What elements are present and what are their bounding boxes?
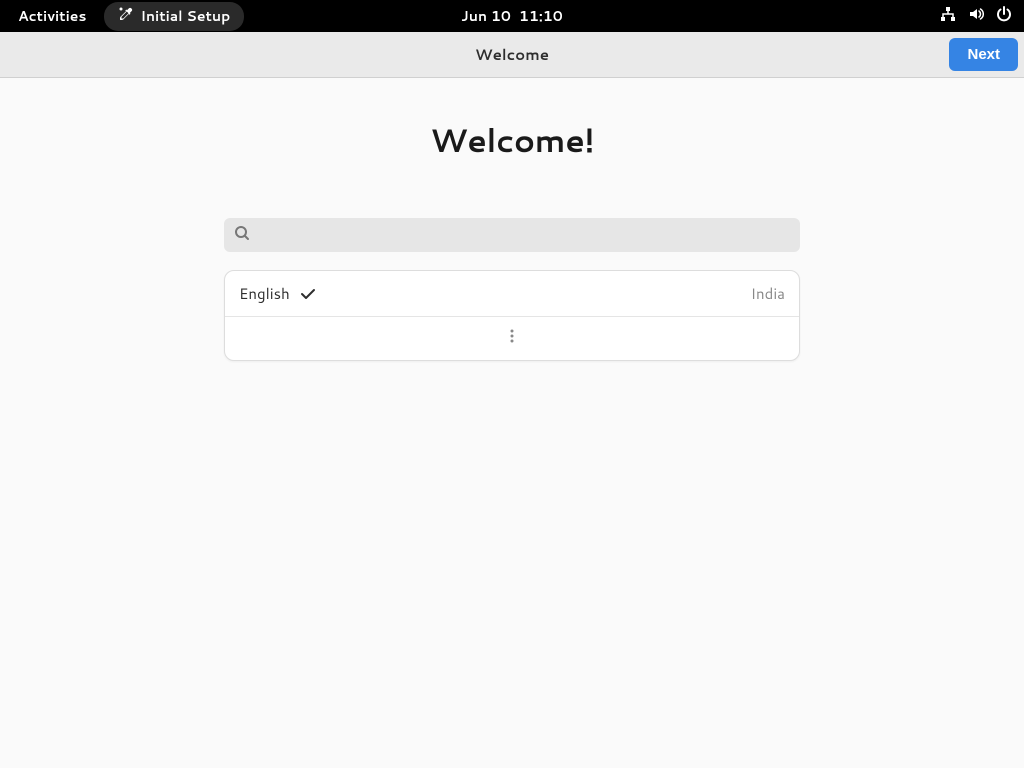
app-menu[interactable]: Initial Setup [104, 2, 244, 31]
more-languages-button[interactable] [225, 316, 799, 360]
check-icon [300, 286, 316, 302]
top-panel-left: Activities Initial Setup [8, 2, 244, 31]
headerbar-title: Welcome [475, 44, 549, 65]
content-area: Welcome! English India [0, 78, 1024, 361]
top-panel: Activities Initial Setup Jun 10 11:10 [0, 0, 1024, 32]
tools-icon [118, 6, 134, 27]
next-button-label: Next [967, 46, 1000, 63]
clock[interactable]: Jun 10 11:10 [461, 6, 563, 26]
system-status-area[interactable] [940, 6, 1016, 27]
language-search[interactable] [224, 218, 800, 252]
language-row-english[interactable]: English India [225, 271, 799, 316]
header-bar: Welcome Next [0, 32, 1024, 78]
power-icon[interactable] [996, 6, 1012, 27]
activities-label: Activities [18, 6, 86, 26]
search-input[interactable] [258, 227, 790, 244]
language-region: India [751, 283, 785, 304]
activities-button[interactable]: Activities [8, 2, 96, 30]
language-name: English [239, 283, 290, 304]
page-heading: Welcome! [430, 118, 594, 163]
volume-icon[interactable] [968, 6, 984, 27]
app-menu-label: Initial Setup [140, 6, 230, 26]
date-label: Jun 10 [461, 6, 511, 26]
network-icon[interactable] [940, 6, 956, 27]
language-list: English India [224, 270, 800, 361]
time-label: 11:10 [519, 6, 563, 26]
more-icon [504, 327, 520, 350]
search-icon [234, 224, 250, 247]
next-button[interactable]: Next [949, 38, 1018, 71]
